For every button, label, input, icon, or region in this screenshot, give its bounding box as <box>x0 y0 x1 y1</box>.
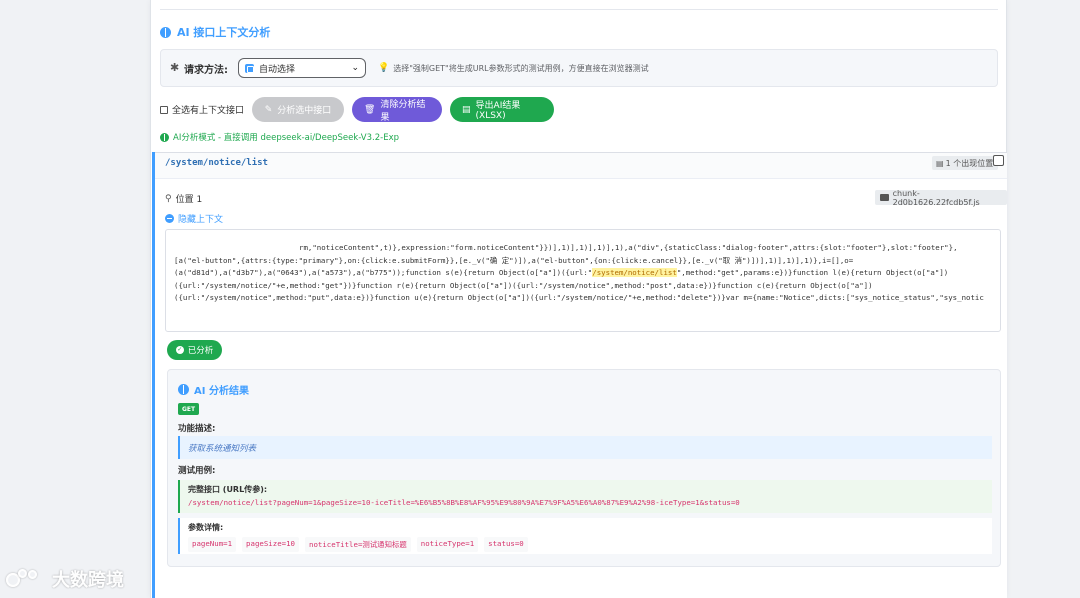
file-icon: ▤ <box>936 158 944 168</box>
param-item: pageNum=1 <box>188 537 237 552</box>
description-text: 获取系统通知列表 <box>178 436 992 459</box>
params-list: pageNum=1 pageSize=10 noticeTitle=测试通知标题… <box>188 537 984 552</box>
toggle-context-link[interactable]: 隐藏上下文 <box>165 212 223 225</box>
request-method-label: 请求方法: <box>184 64 228 76</box>
chunk-file-name: chunk-2d0b1626.22fcdb5f.js <box>892 188 980 207</box>
param-item: status=0 <box>484 537 528 552</box>
location-label: ⚲ 位置 1 <box>165 192 203 206</box>
section-title: AI 接口上下文分析 <box>177 26 271 39</box>
endpoint-path: /system/notice/list <box>165 158 268 168</box>
param-item: noticeTitle=测试通知标题 <box>305 537 411 552</box>
minus-circle-icon <box>165 214 174 223</box>
analyzed-label: 已分析 <box>187 346 214 356</box>
code-line: rm,"noticeContent",t)},expression:"form.… <box>299 243 958 252</box>
ai-result-title: AI 分析结果 <box>194 386 249 397</box>
app-page: AI 接口上下文分析 ✱ 请求方法: 自动选择 ⌄ 💡 选择"强制GET"将生成… <box>0 0 1080 598</box>
http-method-badge: GET <box>178 403 199 415</box>
chunk-file-badge: chunk-2d0b1626.22fcdb5f.js <box>875 188 1007 207</box>
watermark-text: 大数跨境 <box>52 570 124 591</box>
param-item: noticeType=1 <box>416 537 479 552</box>
ai-result-panel: AI 分析结果 GET 功能描述: 获取系统通知列表 测试用例: 完整接口 (U… <box>167 369 1001 567</box>
analyze-selected-label: 分析选中接口 <box>277 106 332 116</box>
clear-results-button[interactable]: 🗑 清除分析结果 <box>352 97 443 123</box>
watermark-logo-icon <box>6 569 46 589</box>
param-item: pageSize=10 <box>242 537 299 552</box>
pencil-icon: ✎ <box>264 104 273 115</box>
clear-results-label: 清除分析结果 <box>380 99 426 123</box>
action-toolbar: 全选有上下文接口 ✎ 分析选中接口 🗑 清除分析结果 ▤ 导出AI结果(XLSX… <box>160 96 555 123</box>
toggle-context-label: 隐藏上下文 <box>178 215 224 225</box>
brain-icon <box>178 384 189 395</box>
code-segment: ",method:"get",params:e})}function l(e){… <box>676 268 949 278</box>
gear-icon: ✱ <box>170 61 180 74</box>
endpoint-checkbox[interactable] <box>993 155 1004 166</box>
ai-mode-text: AI分析模式 - 直接调用 deepseek-ai/DeepSeek-V3.2-… <box>173 133 399 143</box>
lightbulb-icon: 💡 <box>378 63 390 73</box>
request-method-bar: ✱ 请求方法: 自动选择 ⌄ 💡 选择"强制GET"将生成URL参数形式的测试用… <box>160 49 998 87</box>
request-hint-text: 选择"强制GET"将生成URL参数形式的测试用例，方便直接在浏览器测试 <box>393 63 649 73</box>
request-hint: 💡 选择"强制GET"将生成URL参数形式的测试用例，方便直接在浏览器测试 <box>378 63 649 74</box>
request-method-select[interactable]: 自动选择 ⌄ <box>238 58 366 78</box>
folder-icon <box>880 194 889 201</box>
endpoint-header: /system/notice/list ▤ 1 个出现位置 <box>155 152 1007 179</box>
select-all-checkbox[interactable]: 全选有上下文接口 <box>160 103 244 116</box>
full-url-box: 完整接口 (URL传参): /system/notice/list?pageNu… <box>178 480 992 513</box>
request-method-value: 自动选择 <box>259 64 296 75</box>
check-circle-icon: ✓ <box>175 346 184 354</box>
ai-mode-status: AI分析模式 - 直接调用 deepseek-ai/DeepSeek-V3.2-… <box>160 131 399 143</box>
brain-icon <box>160 26 171 38</box>
endpoint-card: /system/notice/list ▤ 1 个出现位置 ⚲ 位置 1 chu… <box>152 152 1007 598</box>
code-highlight: /system/notice/list <box>592 268 677 278</box>
divider <box>160 9 998 10</box>
checkbox-icon[interactable] <box>160 105 168 114</box>
brain-icon <box>160 132 169 142</box>
export-xlsx-button[interactable]: ▤ 导出AI结果(XLSX) <box>450 97 555 122</box>
occurrence-count: 1 个出现位置 <box>945 158 994 168</box>
trash-icon: 🗑 <box>364 104 376 115</box>
watermark: 大数跨境 <box>6 566 124 592</box>
map-pin-icon: ⚲ <box>165 193 172 204</box>
analyzed-status-badge[interactable]: ✓ 已分析 <box>167 340 222 360</box>
ai-result-header: AI 分析结果 <box>178 382 249 397</box>
code-line: ({url:"/system/notice/"+e,method:"get"})… <box>174 280 873 290</box>
code-line: (a("d81d"),a("d3b7"),a("0643"),a("a573")… <box>174 267 992 280</box>
params-label: 参数详情: <box>188 523 224 532</box>
params-box: 参数详情: pageNum=1 pageSize=10 noticeTitle=… <box>178 518 992 554</box>
auto-select-icon <box>245 63 254 73</box>
code-segment: (a("d81d"),a("d3b7"),a("0643"),a("a573")… <box>174 268 593 278</box>
full-url-label: 完整接口 (URL传参): <box>188 485 268 494</box>
full-url-value[interactable]: /system/notice/list?pageNum=1&pageSize=1… <box>188 498 984 507</box>
location-text: 位置 1 <box>175 195 203 205</box>
code-context: rm,"noticeContent",t)},expression:"form.… <box>165 229 1001 332</box>
description-label: 功能描述: <box>178 424 216 434</box>
analyze-selected-button[interactable]: ✎ 分析选中接口 <box>252 97 345 122</box>
occurrence-badge: ▤ 1 个出现位置 <box>932 156 998 170</box>
file-icon: ▤ <box>462 104 471 115</box>
code-line: [a("el-button",{attrs:{type:"primary"},o… <box>174 255 854 265</box>
test-case-label: 测试用例: <box>178 466 216 476</box>
section-header: AI 接口上下文分析 <box>160 24 270 40</box>
export-label: 导出AI结果(XLSX) <box>475 101 521 121</box>
chevron-down-icon: ⌄ <box>351 63 359 73</box>
code-line: ({url:"/system/notice",method:"put",data… <box>174 293 984 303</box>
select-all-label: 全选有上下文接口 <box>172 106 245 116</box>
